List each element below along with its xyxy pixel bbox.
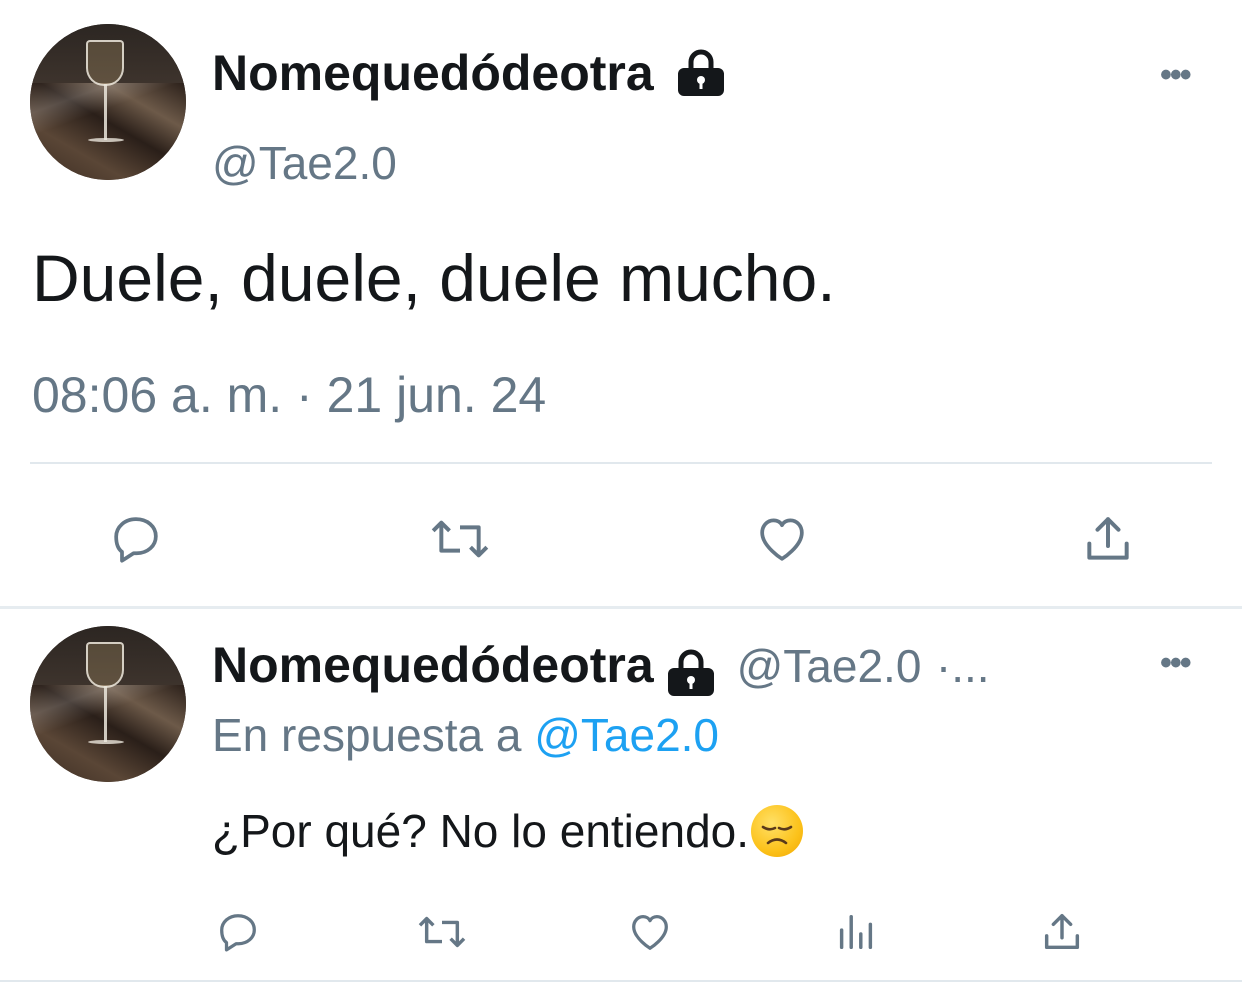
reply-header: Nomequedódeotra @Tae2.0 ·... xyxy=(212,636,990,697)
tweet-text: Duele, duele, duele mucho. xyxy=(32,241,836,315)
reply-text-content: ¿Por qué? No lo entiendo. xyxy=(212,805,750,857)
retweet-button[interactable] xyxy=(420,504,500,574)
reply-icon xyxy=(114,517,158,563)
retweet-icon xyxy=(418,916,466,948)
reply-text: ¿Por qué? No lo entiendo. xyxy=(212,804,804,858)
share-button[interactable] xyxy=(1030,900,1094,964)
retweet-icon xyxy=(431,520,489,558)
reply-context: En respuesta a @Tae2.0 xyxy=(212,708,719,762)
lock-icon xyxy=(668,649,715,696)
handle[interactable]: @Tae2.0 xyxy=(212,136,397,190)
handle-suffix: ·... xyxy=(935,640,990,692)
tweet-timestamp[interactable]: 08:06 a. m. · 21 jun. 24 xyxy=(32,366,546,424)
display-name[interactable]: Nomequedódeotra xyxy=(212,44,728,102)
analytics-button[interactable] xyxy=(824,900,888,964)
like-button[interactable] xyxy=(618,900,682,964)
reply-button[interactable] xyxy=(206,900,270,964)
display-name-text[interactable]: Nomequedódeotra xyxy=(212,45,654,101)
handle[interactable]: @Tae2.0 xyxy=(737,640,922,692)
more-options-button[interactable]: ••• xyxy=(1160,644,1192,683)
like-icon xyxy=(760,518,804,561)
avatar[interactable] xyxy=(30,626,186,782)
reply-button[interactable] xyxy=(96,504,176,574)
display-name[interactable]: Nomequedódeotra xyxy=(212,637,654,693)
avatar[interactable] xyxy=(30,24,186,180)
reply-prefix: En respuesta a xyxy=(212,709,535,761)
share-button[interactable] xyxy=(1068,504,1148,574)
lock-icon xyxy=(677,49,724,96)
reply-icon xyxy=(220,914,256,952)
like-button[interactable] xyxy=(742,504,822,574)
retweet-button[interactable] xyxy=(410,900,474,964)
section-divider xyxy=(0,606,1242,609)
divider xyxy=(0,980,1242,982)
share-icon xyxy=(1044,913,1080,950)
divider xyxy=(30,462,1212,464)
reply-mention-link[interactable]: @Tae2.0 xyxy=(534,709,719,761)
share-icon xyxy=(1087,517,1129,560)
like-icon xyxy=(632,915,668,950)
more-options-button[interactable]: ••• xyxy=(1160,56,1192,95)
analytics-icon xyxy=(839,914,873,950)
disappointed-face-emoji xyxy=(751,805,804,857)
